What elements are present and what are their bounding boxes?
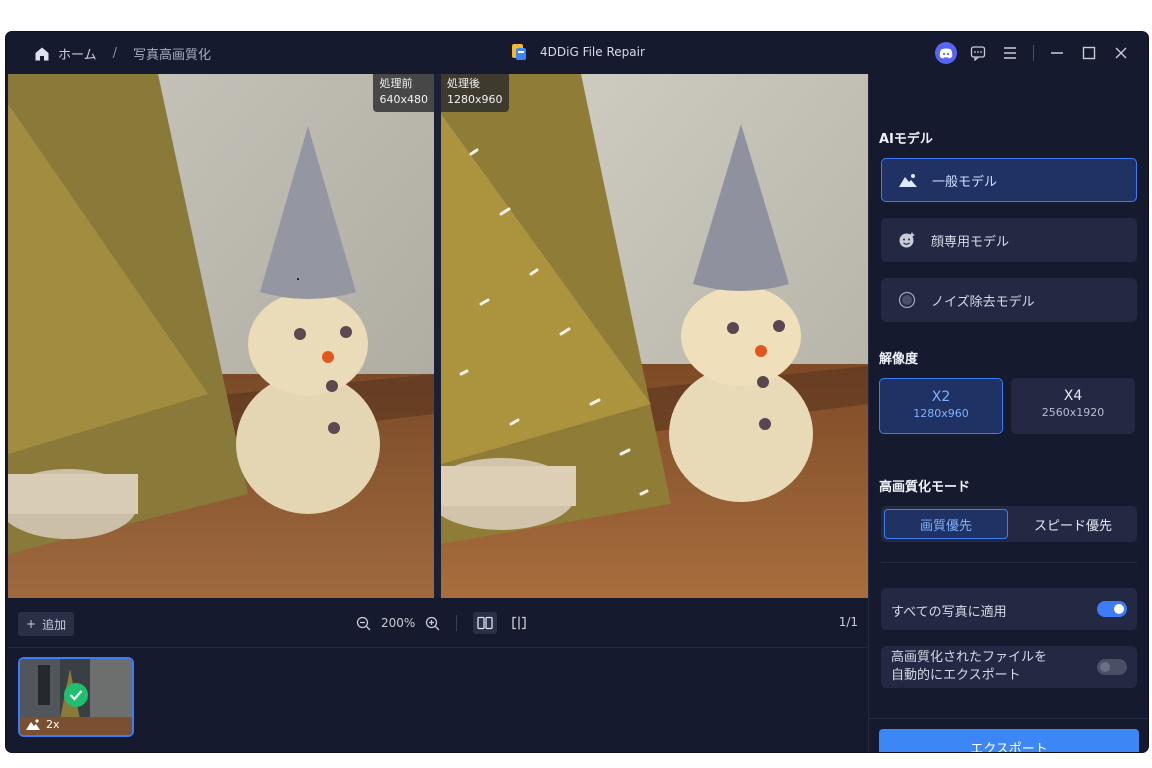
landscape-icon [26,719,40,730]
footer-divider [869,718,1148,719]
face-model-button[interactable]: 顔専用モデル [881,218,1137,262]
after-size: 1280x960 [447,93,503,106]
app-window: ホーム / 写真高画質化 4DDiG File Repair 処理前 640x4… [6,32,1148,752]
panel-divider [881,562,1137,563]
export-button[interactable]: エクスポート [879,729,1139,752]
completed-check-icon [64,683,88,707]
breadcrumb-current: 写真高画質化 [133,48,212,63]
add-button-label: 追加 [42,617,67,632]
after-label: 処理後 [447,77,480,90]
maximize-icon[interactable] [1078,42,1100,64]
discord-icon[interactable] [935,42,957,64]
controls-divider [1033,45,1034,61]
resolution-x4-label: X4 [1063,388,1083,404]
zoom-level: 200% [381,616,416,630]
denoise-model-button[interactable]: ノイズ除去モデル [881,278,1137,322]
denoise-icon [897,291,917,309]
before-image[interactable]: 処理前 640x480 [8,74,434,598]
feedback-icon[interactable] [967,42,989,64]
add-button[interactable]: + 追加 [18,612,75,636]
preview-toolbar: + 追加 200% 1/1 [8,598,868,648]
auto-export-label-line2: 自動的にエクスポート [891,668,1021,683]
thumbnail-item[interactable]: 2x [18,657,134,737]
title-bar: ホーム / 写真高画質化 4DDiG File Repair [6,32,1148,74]
thumbnail-scale: 2x [26,718,60,731]
zoom-in-icon[interactable] [425,616,440,631]
face-model-label: 顔専用モデル [931,234,1010,250]
home-icon[interactable] [34,46,50,62]
thumbnail-strip: 2x [8,649,868,752]
image-compare-view[interactable]: 処理前 640x480 処理後 1280x960 [8,74,868,598]
apply-all-toggle[interactable] [1097,601,1127,617]
before-label: 処理前 [379,77,413,90]
resolution-x2-button[interactable]: X2 1280x960 [879,378,1003,434]
after-image[interactable]: 処理後 1280x960 [441,74,868,598]
resolution-x2-label: X2 [931,389,951,405]
menu-icon[interactable] [999,42,1021,64]
window-controls [935,42,1132,64]
face-icon [897,231,917,249]
side-by-side-view-button[interactable] [473,612,498,634]
settings-panel: AIモデル 一般モデル 顔専用モデル ノイズ除去モデル 解像度 X2 1280x… [868,74,1148,752]
quality-priority-option[interactable]: 画質優先 [884,509,1008,539]
app-title-text: 4DDiG File Repair [540,45,645,59]
thumbnail-scale-label: 2x [46,718,60,731]
split-view-icon [512,616,526,630]
resolution-x4-button[interactable]: X4 2560x1920 [1011,378,1135,434]
plus-icon: + [26,617,37,631]
speed-priority-option[interactable]: スピード優先 [1011,509,1135,539]
breadcrumb-home[interactable]: ホーム [58,44,97,63]
zoom-controls: 200% [356,612,531,634]
apply-all-label: すべての写真に適用 [891,605,1007,620]
general-model-button[interactable]: 一般モデル [881,158,1137,202]
side-by-side-icon [477,616,493,630]
resolution-title: 解像度 [879,352,919,367]
general-model-label: 一般モデル [932,174,998,190]
close-icon[interactable] [1110,42,1132,64]
auto-export-toggle[interactable] [1097,659,1127,675]
resolution-x2-size: 1280x960 [913,407,969,420]
breadcrumb-separator: / [112,46,118,61]
auto-export-row: 高画質化されたファイルを 自動的にエクスポート [881,646,1137,688]
before-size: 640x480 [379,93,428,106]
ai-model-title: AIモデル [879,132,933,147]
split-view-button[interactable] [507,612,531,634]
split-divider-handle[interactable] [434,74,441,598]
enhance-mode-title: 高画質化モード [879,480,971,495]
resolution-x4-size: 2560x1920 [1041,406,1105,419]
before-tag: 処理前 640x480 [373,74,434,112]
after-tag: 処理後 1280x960 [441,74,509,112]
enhance-mode-selector: 画質優先 スピード優先 [881,506,1137,542]
app-title: 4DDiG File Repair [510,43,645,61]
breadcrumb: ホーム / 写真高画質化 [34,44,211,63]
apply-all-row: すべての写真に適用 [881,588,1137,630]
auto-export-label-line1: 高画質化されたファイルを [891,650,1048,665]
denoise-model-label: ノイズ除去モデル [931,294,1035,310]
app-logo-icon [512,44,526,60]
landscape-icon [898,171,918,189]
page-count: 1/1 [838,615,858,629]
minimize-icon[interactable] [1046,42,1068,64]
zoom-out-icon[interactable] [356,616,371,631]
toolbar-divider [456,615,458,631]
